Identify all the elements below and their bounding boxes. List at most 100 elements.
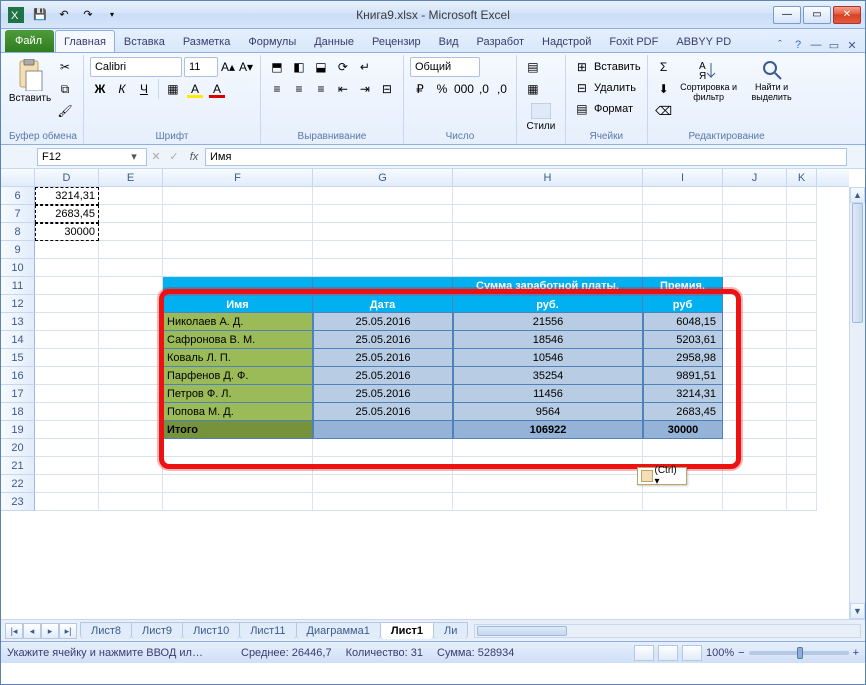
cell-G14[interactable]: 25.05.2016 <box>313 331 453 349</box>
row-header[interactable]: 11 <box>1 277 35 295</box>
sheet-tab-Диаграмма1[interactable]: Диаграмма1 <box>296 622 381 639</box>
tab-разработ[interactable]: Разработ <box>468 30 533 52</box>
sheet-nav-last-icon[interactable]: ▸| <box>59 623 77 639</box>
cell-D15[interactable] <box>35 349 99 367</box>
shrink-font-icon[interactable]: A▾ <box>238 57 254 77</box>
hscroll-thumb[interactable] <box>477 626 567 636</box>
cell-H14[interactable]: 18546 <box>453 331 643 349</box>
cell-J19[interactable] <box>723 421 787 439</box>
cell-G22[interactable] <box>313 475 453 493</box>
cell-D19[interactable] <box>35 421 99 439</box>
indent-dec-icon[interactable]: ⇤ <box>333 79 353 99</box>
align-center-icon[interactable]: ≡ <box>289 79 309 99</box>
clear-icon[interactable]: ⌫ <box>654 101 674 121</box>
align-bottom-icon[interactable]: ⬓ <box>311 57 331 77</box>
cond-format-icon[interactable]: ▤ <box>523 57 543 77</box>
cell-I23[interactable] <box>643 493 723 511</box>
cell-H23[interactable] <box>453 493 643 511</box>
cell-J12[interactable] <box>723 295 787 313</box>
cell-J8[interactable] <box>723 223 787 241</box>
cell-I7[interactable] <box>643 205 723 223</box>
row-header[interactable]: 12 <box>1 295 35 313</box>
cell-F13[interactable]: Николаев А. Д. <box>163 313 313 331</box>
cell-G15[interactable]: 25.05.2016 <box>313 349 453 367</box>
minimize-button[interactable]: — <box>773 6 801 24</box>
name-box[interactable]: F12 ▾ <box>37 148 147 166</box>
cell-F9[interactable] <box>163 241 313 259</box>
row-header[interactable]: 23 <box>1 493 35 511</box>
tab-вид[interactable]: Вид <box>430 30 468 52</box>
column-header-I[interactable]: I <box>643 169 723 186</box>
cell-G19[interactable] <box>313 421 453 439</box>
cell-H10[interactable] <box>453 259 643 277</box>
zoom-in-icon[interactable]: + <box>853 647 859 659</box>
cell-H12[interactable]: руб. <box>453 295 643 313</box>
delete-cells-icon[interactable]: ⊟ <box>572 78 592 98</box>
font-size-combo[interactable]: 11 <box>184 57 218 77</box>
cell-K13[interactable] <box>787 313 817 331</box>
sheet-tab-Лист1[interactable]: Лист1 <box>380 622 434 639</box>
cell-E9[interactable] <box>99 241 163 259</box>
cell-J18[interactable] <box>723 403 787 421</box>
dec-decimal-icon[interactable]: ,0 <box>494 79 510 99</box>
underline-button[interactable]: Ч <box>134 79 154 99</box>
undo-icon[interactable]: ↶ <box>53 4 75 26</box>
row-header[interactable]: 16 <box>1 367 35 385</box>
paste-options-badge[interactable]: (Ctrl) ▾ <box>637 467 687 485</box>
cell-H8[interactable] <box>453 223 643 241</box>
autosum-icon[interactable]: Σ <box>654 57 674 77</box>
merge-icon[interactable]: ⊟ <box>377 79 397 99</box>
sheet-nav-first-icon[interactable]: |◂ <box>5 623 23 639</box>
view-layout-icon[interactable] <box>658 645 678 661</box>
cell-J10[interactable] <box>723 259 787 277</box>
cell-G10[interactable] <box>313 259 453 277</box>
cell-H9[interactable] <box>453 241 643 259</box>
currency-icon[interactable]: ₽ <box>410 79 430 99</box>
tab-foxit pdf[interactable]: Foxit PDF <box>600 30 667 52</box>
scroll-thumb[interactable] <box>852 203 863 323</box>
cell-styles-button[interactable]: Стили <box>523 101 559 134</box>
cell-H19[interactable]: 106922 <box>453 421 643 439</box>
fill-color-icon[interactable]: A <box>185 79 205 99</box>
cell-J23[interactable] <box>723 493 787 511</box>
format-painter-icon[interactable]: 🖌 <box>55 101 75 121</box>
column-header-H[interactable]: H <box>453 169 643 186</box>
cell-H20[interactable] <box>453 439 643 457</box>
minimize-ribbon-icon[interactable]: ˆ <box>773 38 787 52</box>
cell-K16[interactable] <box>787 367 817 385</box>
cell-K20[interactable] <box>787 439 817 457</box>
column-headers[interactable]: DEFGHIJK <box>1 169 849 187</box>
scroll-down-icon[interactable]: ▼ <box>850 603 865 619</box>
cell-G18[interactable]: 25.05.2016 <box>313 403 453 421</box>
sheet-nav-next-icon[interactable]: ▸ <box>41 623 59 639</box>
inc-decimal-icon[interactable]: ,0 <box>476 79 492 99</box>
cell-J15[interactable] <box>723 349 787 367</box>
cell-K11[interactable] <box>787 277 817 295</box>
row-header[interactable]: 13 <box>1 313 35 331</box>
cell-F6[interactable] <box>163 187 313 205</box>
cell-F17[interactable]: Петров Ф. Л. <box>163 385 313 403</box>
redo-icon[interactable]: ↷ <box>77 4 99 26</box>
fill-icon[interactable]: ⬇ <box>654 79 674 99</box>
grow-font-icon[interactable]: A▴ <box>220 57 236 77</box>
cell-I10[interactable] <box>643 259 723 277</box>
delete-cells-label[interactable]: Удалить <box>594 82 636 94</box>
cell-I14[interactable]: 5203,61 <box>643 331 723 349</box>
cell-K6[interactable] <box>787 187 817 205</box>
cell-F10[interactable] <box>163 259 313 277</box>
scroll-up-icon[interactable]: ▲ <box>850 187 865 203</box>
fx-icon[interactable]: fx <box>183 151 205 163</box>
cell-E6[interactable] <box>99 187 163 205</box>
cell-K12[interactable] <box>787 295 817 313</box>
cell-H15[interactable]: 10546 <box>453 349 643 367</box>
orientation-icon[interactable]: ⟳ <box>333 57 353 77</box>
italic-button[interactable]: К <box>112 79 132 99</box>
cell-J16[interactable] <box>723 367 787 385</box>
cell-D17[interactable] <box>35 385 99 403</box>
cell-D22[interactable] <box>35 475 99 493</box>
row-header[interactable]: 9 <box>1 241 35 259</box>
name-box-dropdown-icon[interactable]: ▾ <box>126 150 142 163</box>
row-header[interactable]: 7 <box>1 205 35 223</box>
cell-D13[interactable] <box>35 313 99 331</box>
cell-H6[interactable] <box>453 187 643 205</box>
